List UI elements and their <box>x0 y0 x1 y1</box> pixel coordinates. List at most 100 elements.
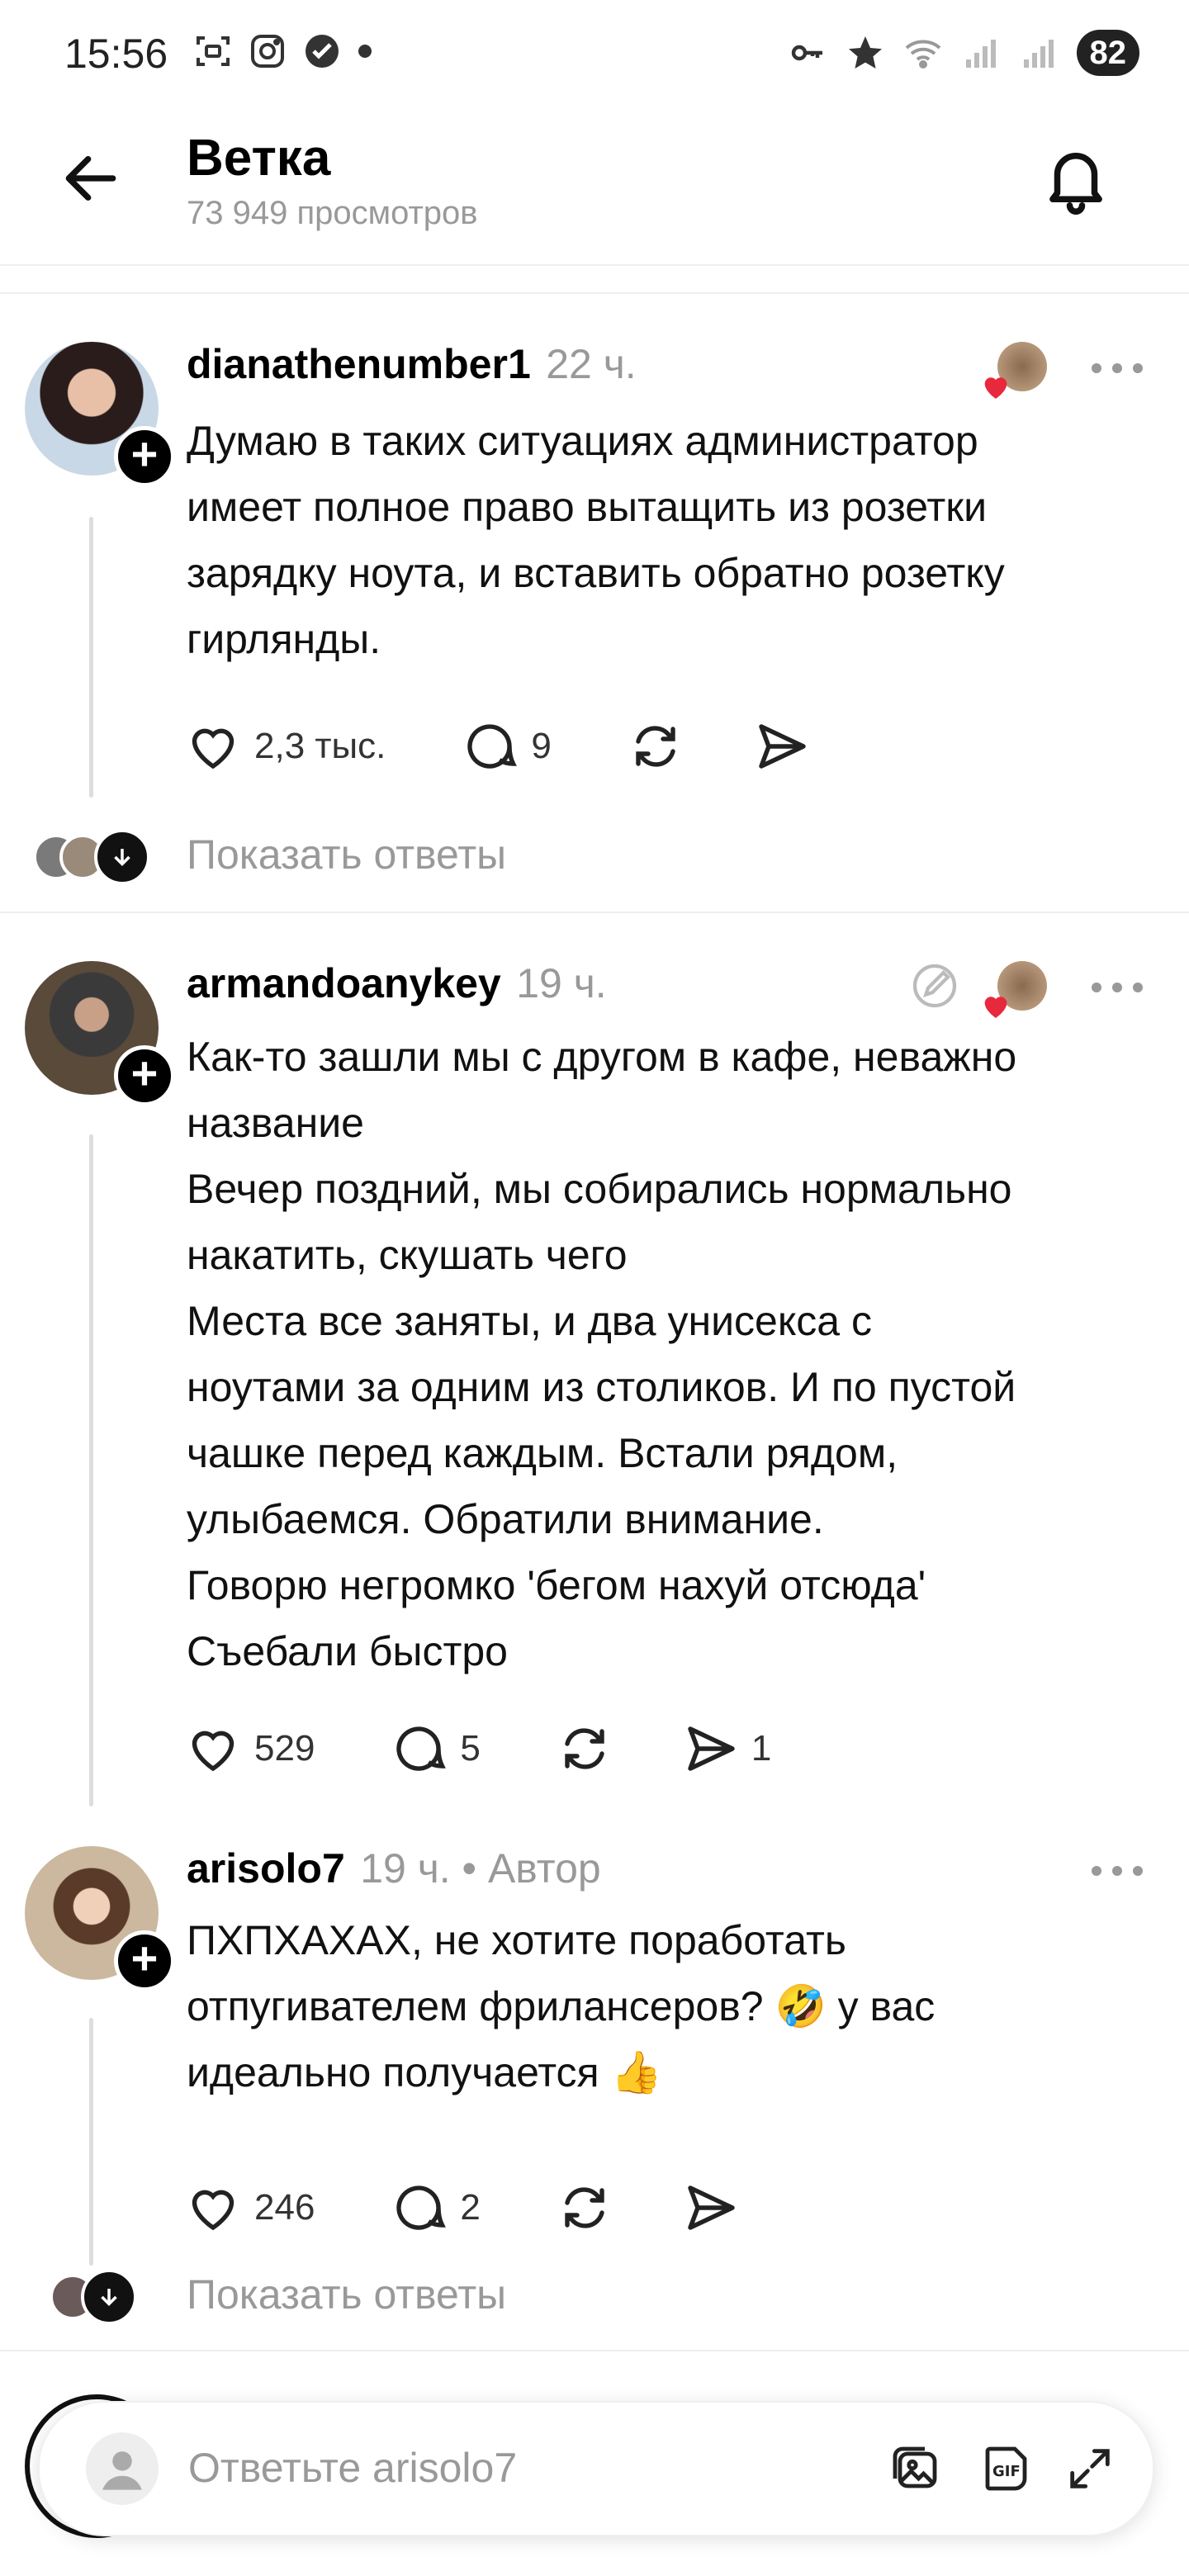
post-line: Говорю негромко 'бегом нахуй отсюда' <box>187 1562 926 1608</box>
send-icon <box>688 2185 735 2230</box>
post-line: улыбаемся. Обратили внимание. <box>187 1496 824 1542</box>
comment-button[interactable]: 2 <box>389 2178 481 2237</box>
comment-icon <box>467 724 518 769</box>
post-time: 19 ч. • Автор <box>360 1845 601 1892</box>
post-line: Как-то зашли мы с другом в кафе, неважно <box>187 1034 1017 1080</box>
reply-avatars <box>50 2269 140 2325</box>
wifi-icon <box>905 40 940 69</box>
like-count: 2,3 тыс. <box>254 726 386 766</box>
user-avatar <box>86 2432 159 2505</box>
status-right-icons: 82 <box>788 30 1139 76</box>
star-icon <box>848 36 882 69</box>
arrow-down-icon <box>101 2289 117 2307</box>
signal-icon <box>965 40 996 68</box>
reply-input[interactable]: Ответьте arisolo7 <box>188 2444 517 2492</box>
gif-icon[interactable]: GIF <box>978 2439 1037 2498</box>
post-time: 22 ч. <box>546 341 637 387</box>
show-replies-link[interactable]: Показать ответы <box>187 2271 506 2318</box>
post-line: Думаю в таких ситуациях администратор <box>187 418 978 464</box>
like-count: 246 <box>254 2187 315 2228</box>
post-line: накатить, скушать чего <box>187 1232 628 1278</box>
post-line: отпугивателем фрилансеров? 🤣 у вас <box>187 1983 936 2029</box>
post-line: Места все заняты, и два унисекса с <box>187 1298 872 1344</box>
repost-button[interactable] <box>555 2178 614 2237</box>
more-options-icon[interactable] <box>1088 360 1146 376</box>
reply-composer[interactable]: Ответьте arisolo7 GIF <box>38 2401 1154 2536</box>
username[interactable]: arisolo7 <box>187 1845 345 1892</box>
post-actions: 2,3 тыс. 9 <box>183 717 811 776</box>
post-line: имеет полное право вытащить из розетки <box>187 484 988 530</box>
thread-line <box>89 517 93 798</box>
show-replies-link[interactable]: Показать ответы <box>187 831 506 878</box>
vpn-key-icon <box>791 45 822 61</box>
post-line: ПХПХАХАХ, не хотите поработать <box>187 1917 846 1963</box>
screenshot-icon <box>197 36 230 66</box>
post-header: armandoanykey 19 ч. <box>187 959 607 1007</box>
edited-icon <box>912 964 957 1008</box>
gallery-icon[interactable] <box>885 2439 945 2498</box>
post-actions: 246 2 <box>183 2178 740 2237</box>
reply-avatars <box>33 829 157 885</box>
instagram-icon <box>251 35 284 68</box>
heart-icon <box>192 2190 234 2231</box>
follow-plus-button[interactable]: + <box>114 1045 175 1106</box>
thread-line <box>89 1134 93 1807</box>
heart-badge-icon <box>984 377 1007 399</box>
send-icon <box>688 1726 735 1771</box>
post-header: arisolo7 19 ч. • Автор <box>187 1844 601 1892</box>
arrow-down-icon <box>114 849 130 867</box>
username[interactable]: armandoanykey <box>187 960 501 1006</box>
follow-plus-button[interactable]: + <box>114 426 175 487</box>
bell-icon[interactable] <box>1039 140 1113 215</box>
post-line: ноутами за одним из столиков. И по пусто… <box>187 1364 1016 1410</box>
share-button[interactable] <box>751 717 811 776</box>
back-arrow-icon[interactable] <box>58 145 124 211</box>
views-count: 73 949 просмотров <box>187 195 478 231</box>
post-line: Вечер поздний, мы собирались нормально <box>187 1166 1012 1212</box>
check-icon <box>306 35 339 68</box>
more-options-icon[interactable] <box>1088 979 1146 996</box>
post-body: Думаю в таких ситуациях администратор им… <box>187 408 1005 672</box>
signal-icon-2 <box>1023 40 1054 68</box>
more-options-icon[interactable] <box>1088 1863 1146 1879</box>
comment-icon <box>396 2185 447 2230</box>
page-title: Ветка <box>187 130 331 187</box>
post-actions: 529 5 1 <box>183 1719 771 1778</box>
like-count: 529 <box>254 1728 315 1769</box>
repost-icon <box>636 726 675 767</box>
post-time: 19 ч. <box>516 960 607 1006</box>
repost-icon <box>565 1728 604 1769</box>
comment-button[interactable]: 9 <box>460 717 552 776</box>
thread-line <box>89 2018 93 2266</box>
person-icon <box>102 2451 142 2490</box>
like-button[interactable]: 246 <box>183 2178 315 2237</box>
share-button[interactable] <box>680 2178 740 2237</box>
repost-button[interactable] <box>555 1719 614 1778</box>
expand-replies-button[interactable] <box>81 2269 137 2325</box>
heart-icon <box>192 1731 234 1772</box>
share-button[interactable]: 1 <box>680 1719 771 1778</box>
post-armandoanykey: + armandoanykey 19 ч. Как-то зашли мы с … <box>0 913 1189 1821</box>
repost-button[interactable] <box>626 717 685 776</box>
comment-count: 5 <box>460 1728 481 1769</box>
like-button[interactable]: 529 <box>183 1719 315 1778</box>
post-line: Съебали быстро <box>187 1628 508 1674</box>
post-line: название <box>187 1100 364 1146</box>
post-arisolo7: + arisolo7 19 ч. • Автор ПХПХАХАХ, не хо… <box>0 1800 1189 2361</box>
follow-plus-button[interactable]: + <box>114 1930 175 1991</box>
comment-icon <box>396 1726 447 1771</box>
expand-icon[interactable] <box>1063 2442 1116 2495</box>
post-line: идеально получается 👍 <box>187 2049 662 2095</box>
post-dianathenumber1: + dianathenumber1 22 ч. Думаю в таких си… <box>0 294 1189 913</box>
status-time: 15:56 <box>64 31 168 77</box>
post-body: ПХПХАХАХ, не хотите поработать отпугиват… <box>187 1907 935 2105</box>
expand-replies-button[interactable] <box>94 829 150 885</box>
send-icon <box>759 724 806 769</box>
post-divider <box>0 2350 1189 2351</box>
post-body: Как-то зашли мы с другом в кафе, неважно… <box>187 1024 1016 1684</box>
comment-button[interactable]: 5 <box>389 1719 481 1778</box>
username[interactable]: dianathenumber1 <box>187 341 531 387</box>
like-button[interactable]: 2,3 тыс. <box>183 717 386 776</box>
post-line: гирлянды. <box>187 616 381 662</box>
svg-text:GIF: GIF <box>992 2463 1021 2480</box>
